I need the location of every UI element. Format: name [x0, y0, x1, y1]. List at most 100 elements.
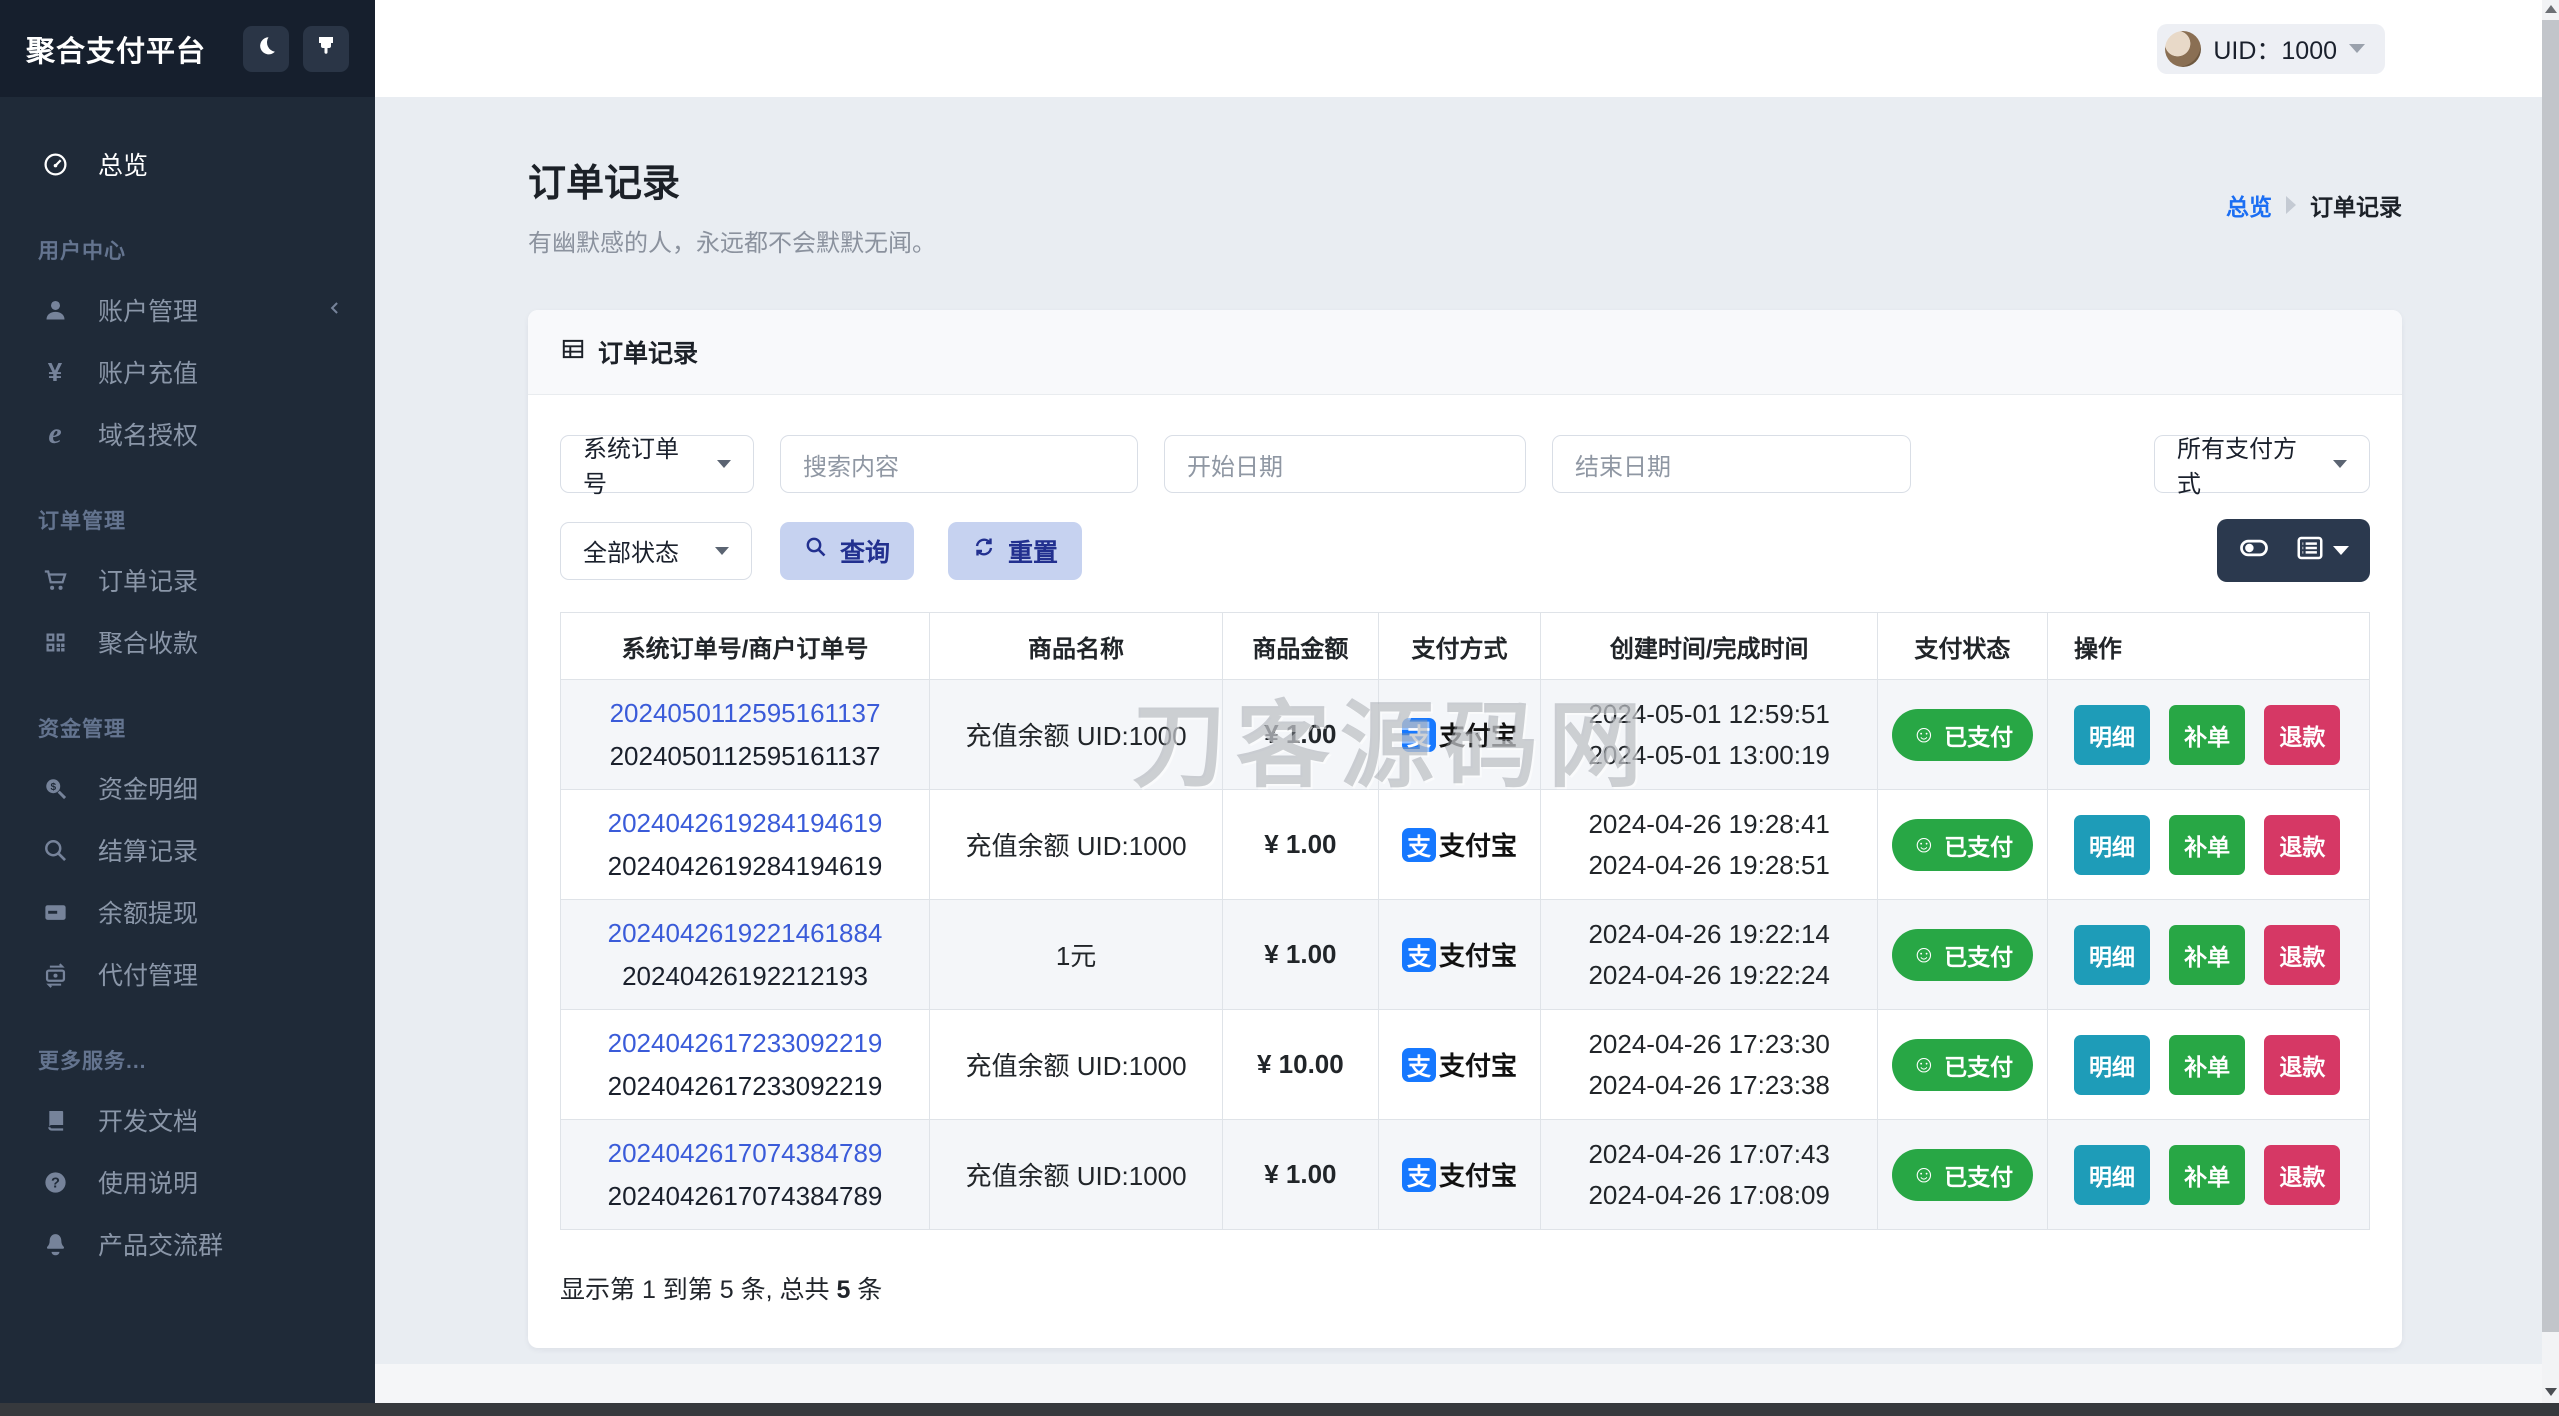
- start-date-input[interactable]: 开始日期: [1164, 435, 1526, 493]
- product-amount: ¥ 1.00: [1222, 1119, 1379, 1230]
- breadcrumb-overview[interactable]: 总览: [2226, 188, 2272, 222]
- table-row: 2024042617233092219 2024042617233092219 …: [559, 1009, 2371, 1120]
- theme-button[interactable]: [303, 25, 349, 72]
- scrollbar-thumb[interactable]: [2542, 20, 2559, 1332]
- payment-method: 支付宝: [1439, 721, 1518, 751]
- sidebar-nav: 总览 用户中心 账户管理 ¥ 账户充值 e 域名授权 订单管理 订单记录 聚合收款 资金管理 $ 资金明…: [0, 97, 375, 1275]
- completed-time: 2024-04-26 19:22:24: [1588, 959, 1830, 990]
- sidebar-item[interactable]: 产品交流群: [0, 1213, 375, 1275]
- sidebar-item[interactable]: 结算记录: [0, 819, 375, 881]
- sidebar-item[interactable]: e 域名授权: [0, 403, 375, 465]
- card-view-toggle[interactable]: [2239, 533, 2269, 568]
- detail-button[interactable]: 明细: [2073, 814, 2150, 875]
- merchant-order-no: 2024042619284194619: [607, 850, 883, 881]
- chevron-down-icon: [2333, 460, 2347, 468]
- query-button[interactable]: 查询: [780, 521, 915, 580]
- smile-icon: ☺: [1911, 1050, 1937, 1078]
- detail-button[interactable]: 明细: [2073, 704, 2150, 765]
- completed-time: 2024-04-26 19:28:51: [1588, 849, 1830, 880]
- system-order-link[interactable]: 2024042619284194619: [573, 808, 917, 839]
- sidebar-item[interactable]: 开发文档: [0, 1089, 375, 1151]
- alipay-icon: 支: [1402, 827, 1437, 862]
- sidebar-item-label: 代付管理: [98, 962, 199, 990]
- sidebar-item-label: 产品交流群: [98, 1232, 224, 1260]
- status-badge: ☺ 已支付: [1891, 708, 2034, 761]
- refund-button[interactable]: 退款: [2264, 1144, 2341, 1205]
- orders-table-body: 2024050112595161137 2024050112595161137 …: [559, 679, 2371, 1230]
- breadcrumb-current: 订单记录: [2310, 194, 2402, 220]
- sidebar-item[interactable]: 订单记录: [0, 549, 375, 611]
- col-header: 操作: [2046, 612, 2371, 680]
- smile-icon: ☺: [1911, 940, 1937, 968]
- scroll-down-arrow[interactable]: [2542, 1383, 2559, 1401]
- detail-button[interactable]: 明细: [2073, 1034, 2150, 1095]
- merchant-order-no: 20240426192212193: [622, 960, 868, 991]
- orders-table: 系统订单号/商户订单号 商品名称 商品金额 支付方式 创建时间/完成时间 支付状…: [559, 612, 2371, 1230]
- sidebar-item-label: 域名授权: [98, 422, 199, 450]
- product-amount: ¥ 10.00: [1222, 1009, 1379, 1120]
- chevron-down-icon: [2349, 44, 2365, 53]
- gauge-icon: [38, 151, 72, 178]
- merchant-order-no: 2024042617233092219: [607, 1070, 883, 1101]
- system-order-link[interactable]: 2024042617233092219: [573, 1028, 917, 1059]
- refund-button[interactable]: 退款: [2264, 924, 2341, 985]
- sidebar-item-label: 账户充值: [98, 360, 199, 388]
- breadcrumb: 总览 订单记录: [2226, 188, 2402, 222]
- sidebar-item[interactable]: ? 使用说明: [0, 1151, 375, 1213]
- system-order-link[interactable]: 2024042617074384789: [573, 1138, 917, 1169]
- col-header: 系统订单号/商户订单号: [559, 612, 931, 680]
- refresh-icon: [972, 535, 996, 566]
- resend-button[interactable]: 补单: [2169, 704, 2246, 765]
- smile-icon: ☺: [1911, 830, 1937, 858]
- brush-icon: [314, 34, 338, 63]
- table-row: 2024050112595161137 2024050112595161137 …: [559, 679, 2371, 790]
- pay-method-select[interactable]: 所有支付方式: [2154, 435, 2370, 498]
- payment-method: 支付宝: [1439, 1161, 1518, 1191]
- payment-method: 支付宝: [1439, 831, 1518, 861]
- sidebar-item[interactable]: 账户管理: [0, 279, 375, 341]
- uid-label: UID：1000: [2213, 36, 2337, 65]
- sidebar-item[interactable]: ¥ 账户充值: [0, 341, 375, 403]
- refund-button[interactable]: 退款: [2264, 704, 2341, 765]
- dark-mode-button[interactable]: [243, 25, 289, 72]
- sidebar-item-label: 聚合收款: [98, 630, 199, 658]
- refund-button[interactable]: 退款: [2264, 1034, 2341, 1095]
- bottom-bar: [0, 1403, 2559, 1416]
- resend-button[interactable]: 补单: [2169, 1034, 2246, 1095]
- sidebar-item[interactable]: 总览: [0, 133, 375, 195]
- scroll-up-arrow[interactable]: [2542, 0, 2559, 18]
- sidebar-item[interactable]: 代付管理: [0, 943, 375, 1005]
- vertical-scrollbar[interactable]: [2542, 0, 2559, 1403]
- order-type-select[interactable]: 系统订单号: [560, 435, 754, 498]
- search-input[interactable]: 搜索内容: [780, 435, 1138, 493]
- resend-button[interactable]: 补单: [2169, 924, 2246, 985]
- detail-button[interactable]: 明细: [2073, 1144, 2150, 1205]
- svg-text:$: $: [50, 782, 56, 793]
- alipay-icon: 支: [1402, 717, 1437, 752]
- status-label: 已支付: [1944, 943, 2014, 970]
- system-order-link[interactable]: 2024050112595161137: [573, 698, 917, 729]
- view-toggle-group: [2217, 519, 2370, 582]
- completed-time: 2024-05-01 13:00:19: [1588, 739, 1830, 770]
- table-icon: [560, 336, 586, 369]
- detail-button[interactable]: 明细: [2073, 924, 2150, 985]
- end-date-input[interactable]: 结束日期: [1552, 435, 1911, 493]
- status-select[interactable]: 全部状态: [560, 521, 752, 580]
- chevron-down-icon: [717, 460, 731, 468]
- resend-button[interactable]: 补单: [2169, 1144, 2246, 1205]
- refund-button[interactable]: 退款: [2264, 814, 2341, 875]
- system-order-link[interactable]: 2024042619221461884: [573, 918, 917, 949]
- table-row: 2024042619221461884 20240426192212193 1元…: [559, 899, 2371, 1010]
- product-name: 充值余额 UID:1000: [929, 789, 1224, 900]
- sidebar-item-label: 开发文档: [98, 1108, 199, 1136]
- column-select-button[interactable]: [2295, 533, 2349, 568]
- col-header: 商品名称: [929, 612, 1224, 680]
- created-time: 2024-04-26 17:07:43: [1588, 1139, 1830, 1170]
- sidebar-item[interactable]: $ 资金明细: [0, 757, 375, 819]
- sidebar-item[interactable]: 聚合收款: [0, 611, 375, 673]
- user-menu[interactable]: UID：1000: [2157, 23, 2385, 74]
- svg-text:?: ?: [51, 1175, 60, 1191]
- reset-button[interactable]: 重置: [948, 521, 1083, 580]
- sidebar-item[interactable]: 余额提现: [0, 881, 375, 943]
- resend-button[interactable]: 补单: [2169, 814, 2246, 875]
